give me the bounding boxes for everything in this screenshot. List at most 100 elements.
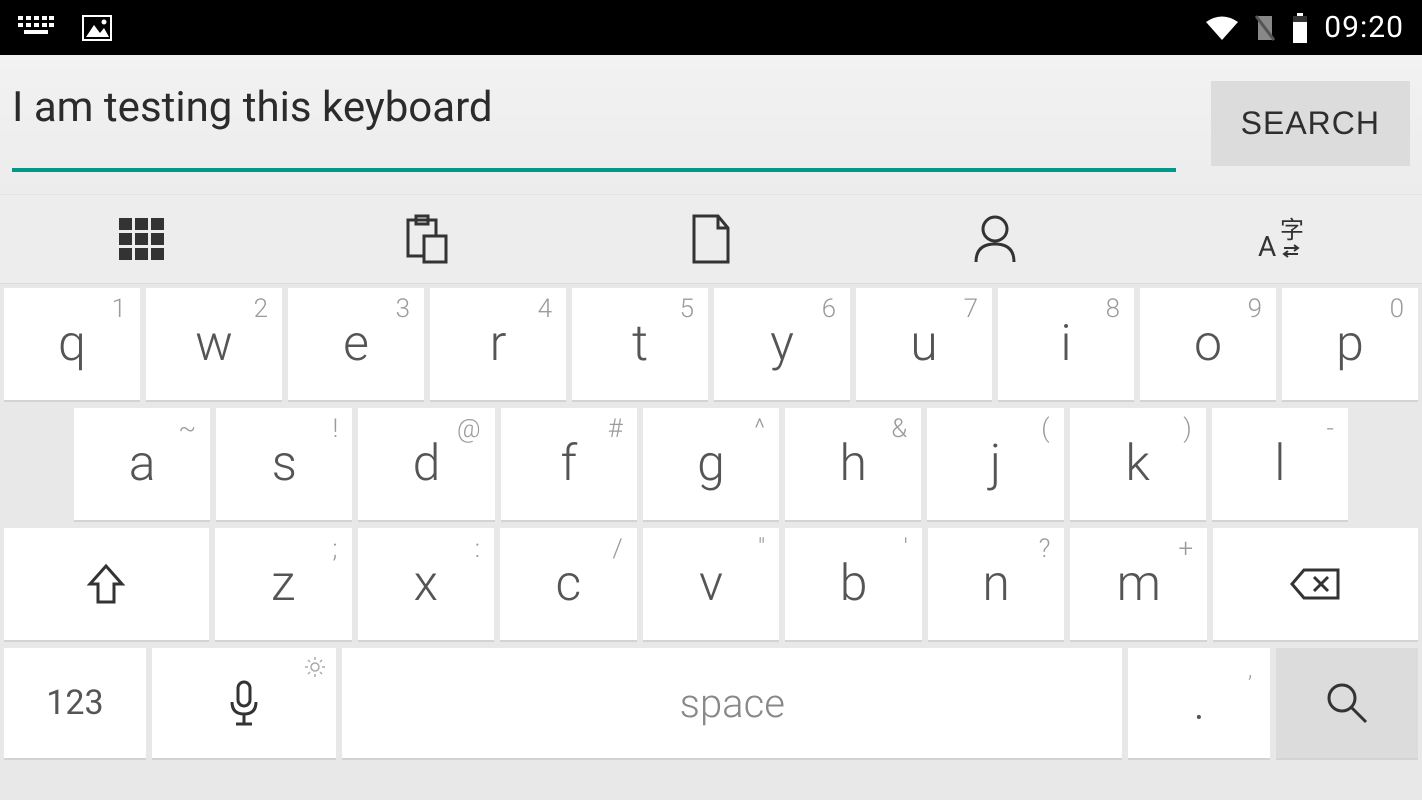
svg-text:A: A <box>1258 230 1276 263</box>
search-area: I am testing this keyboard SEARCH <box>0 55 1422 194</box>
keyboard-toolbar: A 字 <box>0 194 1422 284</box>
key-label: u <box>910 315 937 373</box>
toolbar-document[interactable] <box>569 195 853 283</box>
key-l[interactable]: -l <box>1212 408 1348 522</box>
key-f[interactable]: #f <box>501 408 637 522</box>
key-n[interactable]: ?n <box>928 528 1065 642</box>
key-a[interactable]: ~a <box>74 408 210 522</box>
search-input[interactable]: I am testing this keyboard <box>12 73 1176 172</box>
key-voice[interactable] <box>152 648 336 760</box>
key-e[interactable]: 3e <box>288 288 424 402</box>
key-label: b <box>840 555 868 613</box>
key-period[interactable]: , . <box>1128 648 1270 760</box>
key-z[interactable]: ;z <box>215 528 352 642</box>
key-u[interactable]: 7u <box>856 288 992 402</box>
key-t[interactable]: 5t <box>572 288 708 402</box>
wifi-icon <box>1205 15 1239 41</box>
key-label: r <box>490 315 507 373</box>
clipboard-icon <box>404 214 450 264</box>
key-label: m <box>1117 555 1161 613</box>
toolbar-clipboard[interactable] <box>284 195 568 283</box>
person-icon <box>972 214 1018 264</box>
key-g[interactable]: ^g <box>643 408 779 522</box>
key-v[interactable]: "v <box>643 528 780 642</box>
status-time: 09:20 <box>1324 10 1404 45</box>
key-label: l <box>1274 435 1285 493</box>
key-search[interactable] <box>1276 648 1418 760</box>
status-bar: 09:20 <box>0 0 1422 55</box>
gear-icon <box>304 656 326 678</box>
key-hint: " <box>758 534 765 564</box>
toolbar-translate[interactable]: A 字 <box>1138 195 1422 283</box>
key-k[interactable]: )k <box>1070 408 1206 522</box>
search-button[interactable]: SEARCH <box>1211 81 1410 166</box>
key-label: t <box>632 315 648 373</box>
key-label: k <box>1125 435 1150 493</box>
key-hint: 4 <box>538 294 552 324</box>
key-m[interactable]: +m <box>1070 528 1207 642</box>
key-hint: ) <box>1183 414 1191 444</box>
search-icon <box>1324 680 1370 726</box>
key-numbers[interactable]: 123 <box>4 648 146 760</box>
key-s[interactable]: !s <box>216 408 352 522</box>
key-label: x <box>414 555 438 613</box>
key-y[interactable]: 6y <box>714 288 850 402</box>
key-backspace[interactable] <box>1213 528 1418 642</box>
key-hint: ' <box>903 534 907 564</box>
key-hint: 3 <box>396 294 410 324</box>
key-hint: & <box>891 414 907 444</box>
key-label: g <box>697 435 725 493</box>
no-sim-icon <box>1254 14 1276 42</box>
key-hint: 5 <box>680 294 694 324</box>
key-space[interactable]: space <box>342 648 1122 760</box>
key-label: i <box>1060 315 1071 373</box>
battery-icon <box>1291 13 1309 43</box>
key-hint: ( <box>1041 414 1049 444</box>
key-label: y <box>770 315 794 373</box>
key-hint: ^ <box>754 414 765 444</box>
gallery-icon <box>82 15 112 41</box>
key-h[interactable]: &h <box>785 408 921 522</box>
key-q[interactable]: 1q <box>4 288 140 402</box>
key-hint: 6 <box>822 294 836 324</box>
key-label: v <box>699 555 723 613</box>
key-label: j <box>990 435 1001 493</box>
key-hint: : <box>475 534 480 564</box>
toolbar-profile[interactable] <box>853 195 1137 283</box>
key-hint: ~ <box>178 414 196 444</box>
key-label: f <box>560 435 577 493</box>
document-icon <box>690 214 732 264</box>
shift-icon <box>86 562 126 606</box>
toolbar-grid[interactable] <box>0 195 284 283</box>
key-j[interactable]: (j <box>927 408 1063 522</box>
key-label: o <box>1194 315 1222 373</box>
svg-text:字: 字 <box>1280 216 1304 244</box>
key-o[interactable]: 9o <box>1140 288 1276 402</box>
key-w[interactable]: 2w <box>146 288 282 402</box>
key-r[interactable]: 4r <box>430 288 566 402</box>
key-hint: 1 <box>112 294 126 324</box>
key-label: p <box>1336 315 1364 373</box>
key-hint: @ <box>457 414 481 444</box>
key-label: h <box>839 435 866 493</box>
key-x[interactable]: :x <box>358 528 495 642</box>
key-label: e <box>343 315 369 373</box>
key-label: n <box>982 555 1010 613</box>
key-p[interactable]: 0p <box>1282 288 1418 402</box>
mic-icon <box>226 678 262 728</box>
key-hint: # <box>608 414 623 444</box>
keyboard: 1q2w3e4r5t6y7u8i9o0p ~a!s@d#f^g&h(j)k-l … <box>0 284 1422 800</box>
key-shift[interactable] <box>4 528 209 642</box>
key-c[interactable]: /c <box>500 528 637 642</box>
key-i[interactable]: 8i <box>998 288 1134 402</box>
key-d[interactable]: @d <box>358 408 494 522</box>
key-hint: ! <box>333 414 339 444</box>
translate-icon: A 字 <box>1254 214 1306 264</box>
key-hint: + <box>1178 534 1193 564</box>
key-label: q <box>58 315 86 373</box>
key-label: c <box>556 555 582 613</box>
key-b[interactable]: 'b <box>785 528 922 642</box>
key-hint: 2 <box>254 294 268 324</box>
key-hint: 8 <box>1106 294 1120 324</box>
search-input-text: I am testing this keyboard <box>12 73 1176 172</box>
